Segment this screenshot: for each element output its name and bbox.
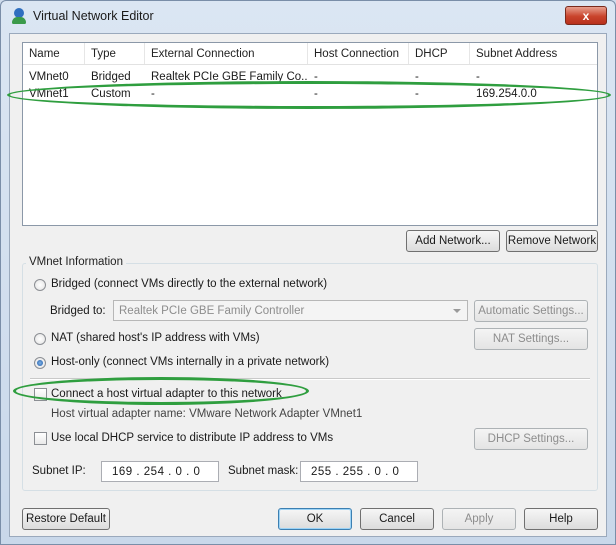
cancel-button[interactable]: Cancel: [360, 508, 434, 530]
cell-subnet: 169.254.0.0: [476, 87, 537, 100]
table-row-vmnet0[interactable]: VMnet0 Bridged Realtek PCIe GBE Family C…: [23, 68, 597, 85]
automatic-settings-button[interactable]: Automatic Settings...: [474, 300, 588, 322]
dhcp-label[interactable]: Use local DHCP service to distribute IP …: [51, 432, 333, 444]
nat-radio-label[interactable]: NAT (shared host's IP address with VMs): [51, 332, 260, 344]
host-only-radio[interactable]: [34, 357, 46, 369]
subnet-ip-label: Subnet IP:: [32, 465, 86, 477]
cell-type: Custom: [91, 87, 131, 100]
adapter-name-text: Host virtual adapter name: VMware Networ…: [51, 408, 363, 420]
column-header-host-connection[interactable]: Host Connection: [308, 43, 409, 64]
nat-radio[interactable]: [34, 333, 46, 345]
help-button[interactable]: Help: [524, 508, 598, 530]
cell-external: -: [151, 87, 155, 100]
subnet-ip-input[interactable]: 169 . 254 . 0 . 0: [101, 461, 219, 482]
column-header-external-connection[interactable]: External Connection: [145, 43, 308, 64]
cell-subnet: -: [476, 70, 480, 83]
bridged-radio[interactable]: [34, 279, 46, 291]
window-title: Virtual Network Editor: [33, 9, 154, 23]
bridged-radio-label[interactable]: Bridged (connect VMs directly to the ext…: [51, 278, 327, 290]
apply-button[interactable]: Apply: [442, 508, 516, 530]
column-header-subnet-address[interactable]: Subnet Address: [470, 43, 597, 64]
dialog-body: Name Type External Connection Host Conne…: [9, 33, 607, 537]
vmware-network-icon: [11, 8, 27, 24]
separator: [30, 378, 590, 380]
cell-name: VMnet0: [29, 70, 69, 83]
vmnet-information-group: [22, 263, 598, 491]
cell-external: Realtek PCIe GBE Family Co...: [151, 70, 308, 83]
cell-name: VMnet1: [29, 87, 69, 100]
table-row-vmnet1[interactable]: VMnet1 Custom - - - 169.254.0.0: [23, 85, 597, 102]
remove-network-button[interactable]: Remove Network: [506, 230, 598, 252]
cell-dhcp: -: [415, 87, 419, 100]
host-only-radio-label[interactable]: Host-only (connect VMs internally in a p…: [51, 356, 329, 368]
network-list-header: Name Type External Connection Host Conne…: [23, 43, 597, 65]
cell-host: -: [314, 87, 318, 100]
subnet-mask-label: Subnet mask:: [228, 465, 299, 477]
title-bar: Virtual Network Editor x: [1, 1, 615, 31]
bridged-to-label: Bridged to:: [50, 305, 106, 317]
close-button[interactable]: x: [565, 6, 607, 25]
bridged-to-value: Realtek PCIe GBE Family Controller: [119, 304, 305, 317]
cell-host: -: [314, 70, 318, 83]
nat-settings-button[interactable]: NAT Settings...: [474, 328, 588, 350]
connect-adapter-label[interactable]: Connect a host virtual adapter to this n…: [51, 388, 282, 400]
network-list[interactable]: Name Type External Connection Host Conne…: [22, 42, 598, 226]
cell-dhcp: -: [415, 70, 419, 83]
column-header-name[interactable]: Name: [23, 43, 85, 64]
ok-button[interactable]: OK: [278, 508, 352, 530]
vmnet-information-label: VMnet Information: [26, 256, 126, 268]
bridged-to-dropdown[interactable]: Realtek PCIe GBE Family Controller: [113, 300, 468, 321]
connect-adapter-checkbox[interactable]: [34, 388, 47, 401]
add-network-button[interactable]: Add Network...: [406, 230, 500, 252]
chevron-down-icon: [453, 309, 461, 313]
column-header-type[interactable]: Type: [85, 43, 145, 64]
dhcp-settings-button[interactable]: DHCP Settings...: [474, 428, 588, 450]
cell-type: Bridged: [91, 70, 131, 83]
restore-default-button[interactable]: Restore Default: [22, 508, 110, 530]
virtual-network-editor-window: Virtual Network Editor x Name Type Exter…: [0, 0, 616, 545]
dhcp-checkbox[interactable]: [34, 432, 47, 445]
column-header-dhcp[interactable]: DHCP: [409, 43, 470, 64]
subnet-mask-input[interactable]: 255 . 255 . 0 . 0: [300, 461, 418, 482]
